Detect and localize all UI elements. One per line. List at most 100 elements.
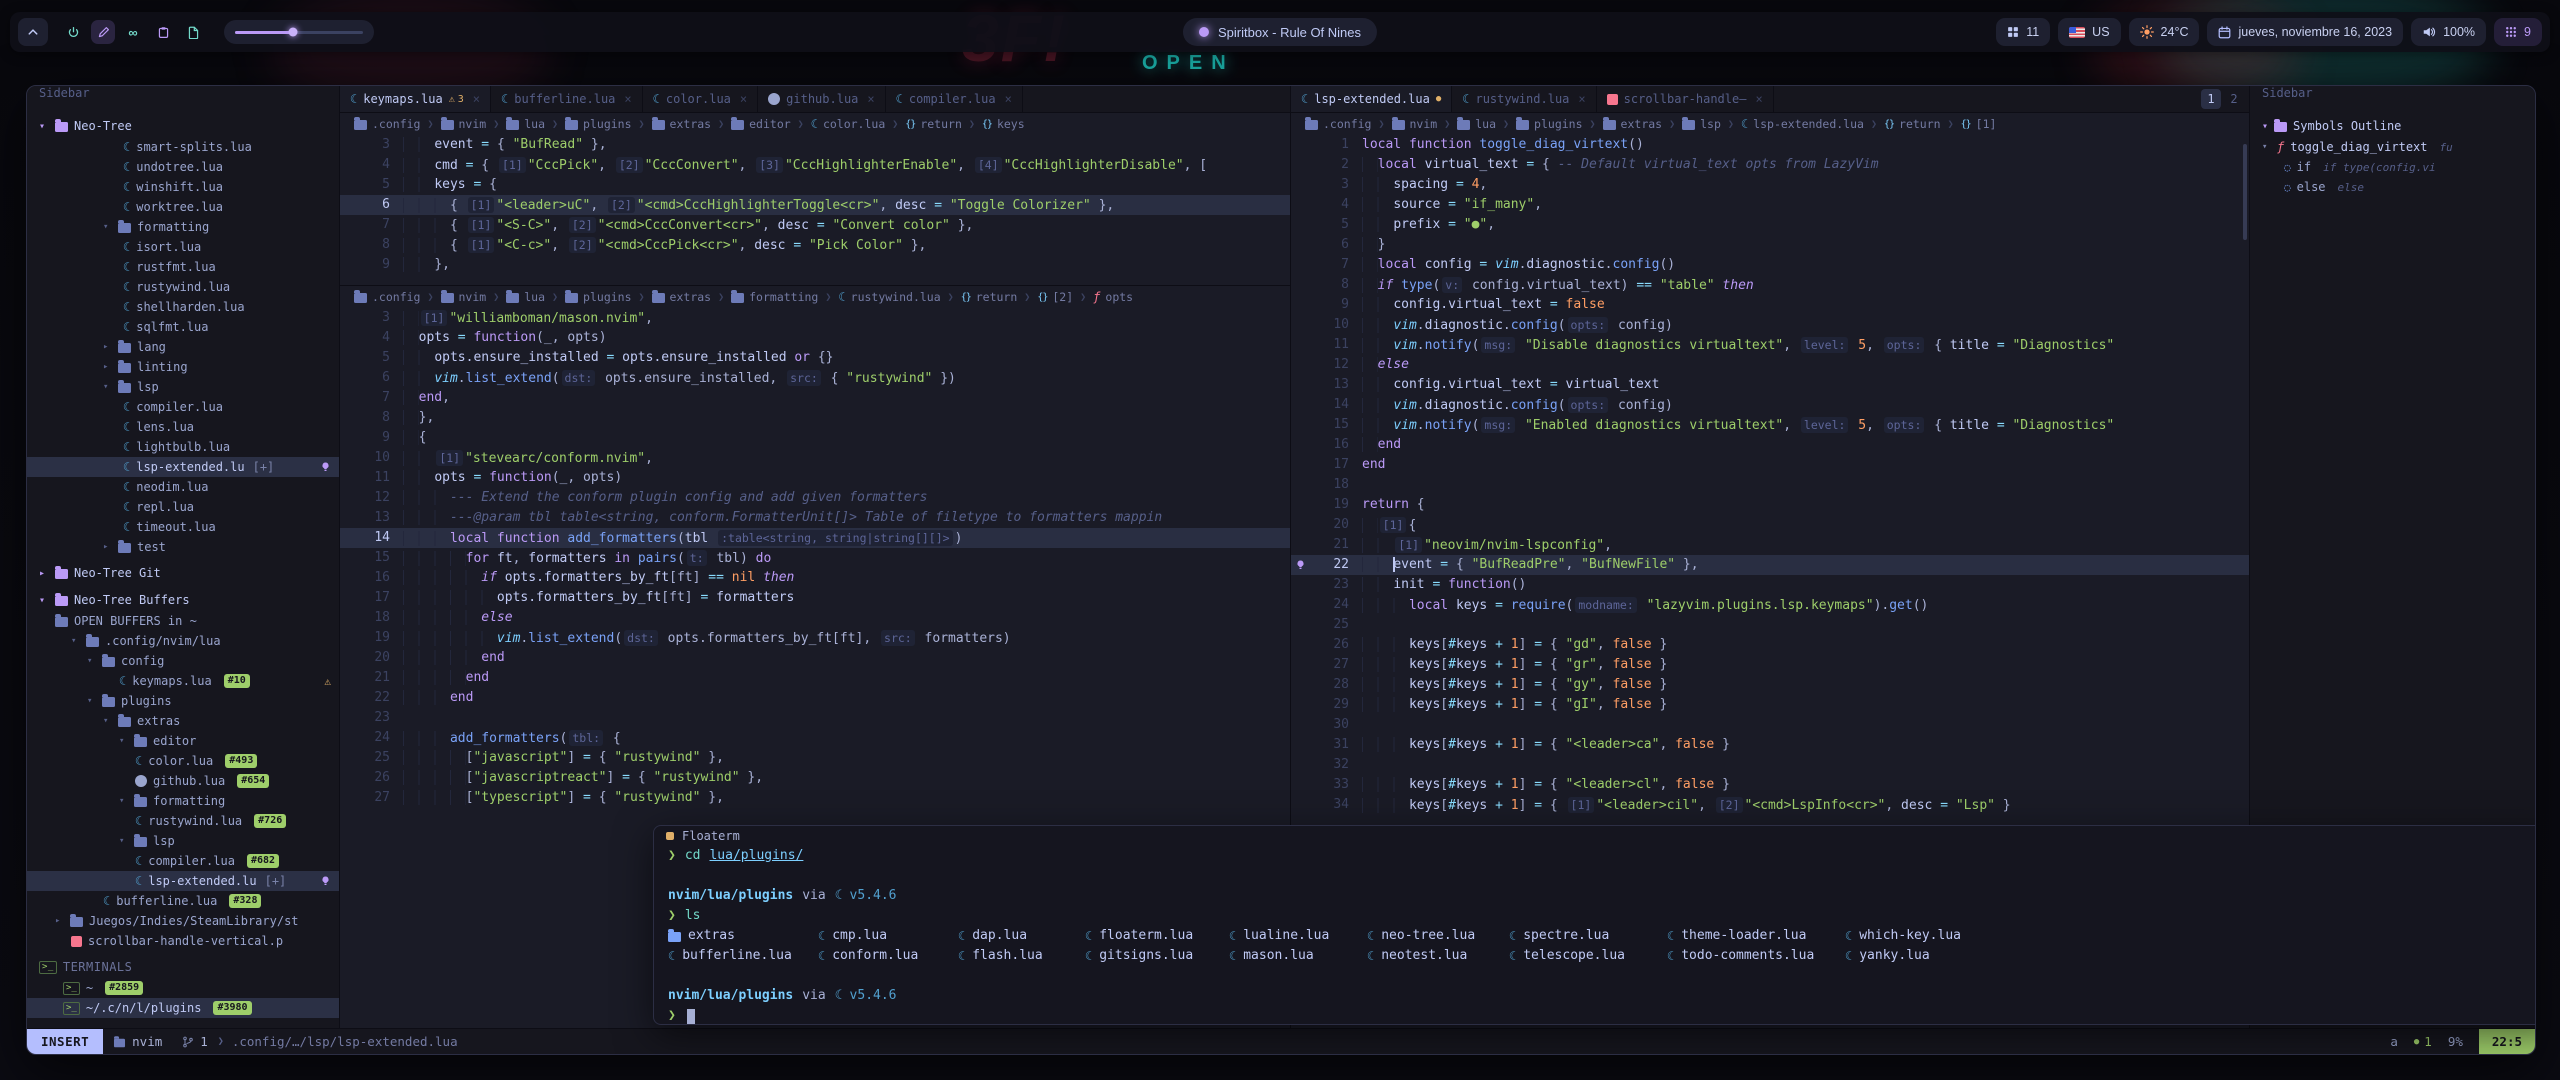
media-widget[interactable]: Spiritbox - Rule Of Nines [1183, 18, 1377, 46]
breadcrumb-item[interactable]: ☾color.lua [811, 117, 886, 131]
tree-item-plugins[interactable]: ▾plugins [27, 691, 339, 711]
breadcrumb-item[interactable]: ☾lsp-extended.lua [1741, 117, 1864, 131]
code-buffer[interactable]: 1local function toggle_diag_virtext()2 l… [1291, 135, 2249, 815]
tab-scrollbar-handle-[interactable]: scrollbar-handle–× [1597, 86, 1774, 112]
tab-bufferline-lua[interactable]: ☾bufferline.lua× [491, 86, 643, 112]
breadcrumb-item[interactable]: extras [1603, 117, 1663, 131]
outline-symbol-else[interactable]: ◌elseelse [2250, 177, 2535, 197]
tree-item-rustfmt-lua[interactable]: ☾rustfmt.lua [27, 257, 339, 277]
code-buffer[interactable]: 3 [1]"williamboman/mason.nvim",4 opts = … [340, 308, 1290, 808]
breadcrumb-item[interactable]: {}keys [982, 117, 1025, 131]
code-buffer[interactable]: 3 event = { "BufRead" },4 cmd = { [1]"Cc… [340, 135, 1290, 275]
launcher-button[interactable] [18, 18, 48, 46]
infinity-button[interactable]: ∞ [121, 20, 145, 44]
tree-item-timeout-lua[interactable]: ☾timeout.lua [27, 517, 339, 537]
tree-item-neodim-lua[interactable]: ☾neodim.lua [27, 477, 339, 497]
close-icon[interactable]: × [740, 92, 747, 106]
breadcrumb-item[interactable]: extras [652, 117, 712, 131]
floaterm-window[interactable]: Floaterm ❯cdlua/plugins/ nvim/lua/plugin… [653, 825, 2536, 1025]
tree-item-config[interactable]: ▾config [27, 651, 339, 671]
tree-item-rustywind-lua[interactable]: ☾rustywind.lua#726 [27, 811, 339, 831]
tree-item-keymaps-lua[interactable]: ☾keymaps.lua#10⚠ [27, 671, 339, 691]
tree-item-lsp-extended-lu[interactable]: ☾lsp-extended.lu[+] [27, 457, 339, 477]
keyboard-layout-widget[interactable]: US [2058, 18, 2120, 46]
tabpage-2[interactable]: 2 [2224, 89, 2244, 109]
close-icon[interactable]: × [473, 92, 480, 106]
slider-knob[interactable] [288, 28, 297, 37]
breadcrumb-item[interactable]: editor [731, 117, 791, 131]
tree-item-github-lua[interactable]: github.lua#654 [27, 771, 339, 791]
tree-item-shellharden-lua[interactable]: ☾shellharden.lua [27, 297, 339, 317]
pen-button[interactable] [91, 20, 115, 44]
breadcrumb-item[interactable]: {}return [961, 290, 1018, 304]
tree-item-lens-lua[interactable]: ☾lens.lua [27, 417, 339, 437]
breadcrumb-item[interactable]: lua [506, 290, 545, 304]
close-icon[interactable]: × [1755, 92, 1762, 106]
tree-item-isort-lua[interactable]: ☾isort.lua [27, 237, 339, 257]
close-icon[interactable]: × [1005, 92, 1012, 106]
breadcrumb-item[interactable]: plugins [565, 290, 631, 304]
workspaces-widget[interactable]: 9 [2494, 18, 2542, 46]
scrollbar[interactable] [2243, 144, 2247, 240]
weather-widget[interactable]: 24°C [2129, 18, 2200, 46]
tree-item-~-c-n-l-plugins[interactable]: >_~/.c/n/l/plugins#3980 [27, 998, 339, 1018]
breadcrumb-item[interactable]: {}return [1884, 117, 1941, 131]
tab-compiler-lua[interactable]: ☾compiler.lua× [886, 86, 1023, 112]
breadcrumb-item[interactable]: ƒopts [1093, 290, 1133, 304]
tree-item-formatting[interactable]: ▾formatting [27, 217, 339, 237]
breadcrumb-item[interactable]: lua [1457, 117, 1496, 131]
tree-item-editor[interactable]: ▾editor [27, 731, 339, 751]
close-icon[interactable]: × [1578, 92, 1585, 106]
breadcrumb-item[interactable]: .config [354, 117, 420, 131]
symbols-outline-header[interactable]: ▾ Symbols Outline [2250, 115, 2535, 137]
breadcrumb-item[interactable]: nvim [441, 290, 487, 304]
close-icon[interactable]: × [624, 92, 631, 106]
section-header-terminals[interactable]: >_TERMINALS [27, 956, 339, 978]
breadcrumb-item[interactable]: .config [1305, 117, 1371, 131]
cwd-segment[interactable]: nvim [103, 1034, 172, 1049]
tree-item-compiler-lua[interactable]: ☾compiler.lua#682 [27, 851, 339, 871]
tree-item-lsp[interactable]: ▾lsp [27, 377, 339, 397]
tree-item-test[interactable]: ▸test [27, 537, 339, 557]
tree-item-repl-lua[interactable]: ☾repl.lua [27, 497, 339, 517]
tree-item-color-lua[interactable]: ☾color.lua#493 [27, 751, 339, 771]
tree-item-bufferline-lua[interactable]: ☾bufferline.lua#328 [27, 891, 339, 911]
breadcrumb-item[interactable]: ☾rustywind.lua [838, 290, 940, 304]
outline-symbol-if[interactable]: ◌ifif type(config.vi [2250, 157, 2535, 177]
tree-item-winshift-lua[interactable]: ☾winshift.lua [27, 177, 339, 197]
tree-item-scrollbar-handle-vertical-p[interactable]: scrollbar-handle-vertical.p [27, 931, 339, 951]
tabpage-1[interactable]: 1 [2201, 89, 2221, 109]
tab-rustywind-lua[interactable]: ☾rustywind.lua× [1452, 86, 1596, 112]
breadcrumb-item[interactable]: {}return [905, 117, 962, 131]
breadcrumb-item[interactable]: plugins [1516, 117, 1582, 131]
volume-widget[interactable]: 100% [2411, 18, 2486, 46]
section-header-neo-tree[interactable]: ▾Neo-Tree [27, 115, 339, 137]
breadcrumb-item[interactable]: formatting [731, 290, 818, 304]
tab-color-lua[interactable]: ☾color.lua× [643, 86, 759, 112]
power-button[interactable] [61, 20, 85, 44]
tree-item-sqlfmt-lua[interactable]: ☾sqlfmt.lua [27, 317, 339, 337]
section-header-neo-tree-buffers[interactable]: ▾Neo-Tree Buffers [27, 589, 339, 611]
tree-item-undotree-lua[interactable]: ☾undotree.lua [27, 157, 339, 177]
tree-item-lsp[interactable]: ▾lsp [27, 831, 339, 851]
tree-item-compiler-lua[interactable]: ☾compiler.lua [27, 397, 339, 417]
tree-item-lightbulb-lua[interactable]: ☾lightbulb.lua [27, 437, 339, 457]
tree-item-~[interactable]: >_~#2859 [27, 978, 339, 998]
tree-item-smart-splits-lua[interactable]: ☾smart-splits.lua [27, 137, 339, 157]
breadcrumb-item[interactable]: nvim [441, 117, 487, 131]
tab-lsp-extended-lua[interactable]: ☾lsp-extended.lua● [1291, 86, 1452, 112]
breadcrumb-item[interactable]: .config [354, 290, 420, 304]
breadcrumb-item[interactable]: {}[1] [1961, 117, 1997, 131]
tab-keymaps-lua[interactable]: ☾keymaps.lua⚠3× [340, 86, 491, 112]
tree-item-formatting[interactable]: ▾formatting [27, 791, 339, 811]
clipboard-button[interactable] [151, 20, 175, 44]
outline-symbol-toggle_diag_virtext[interactable]: ▾ƒtoggle_diag_virtextfu [2250, 137, 2535, 157]
breadcrumb-item[interactable]: nvim [1392, 117, 1438, 131]
breadcrumb-item[interactable]: lua [506, 117, 545, 131]
section-header-neo-tree-git[interactable]: ▸Neo-Tree Git [27, 562, 339, 584]
tree-item-rustywind-lua[interactable]: ☾rustywind.lua [27, 277, 339, 297]
file-button[interactable] [181, 20, 205, 44]
window-count-widget[interactable]: 11 [1996, 18, 2050, 46]
slider-widget[interactable] [224, 20, 374, 44]
breadcrumb-item[interactable]: plugins [565, 117, 631, 131]
